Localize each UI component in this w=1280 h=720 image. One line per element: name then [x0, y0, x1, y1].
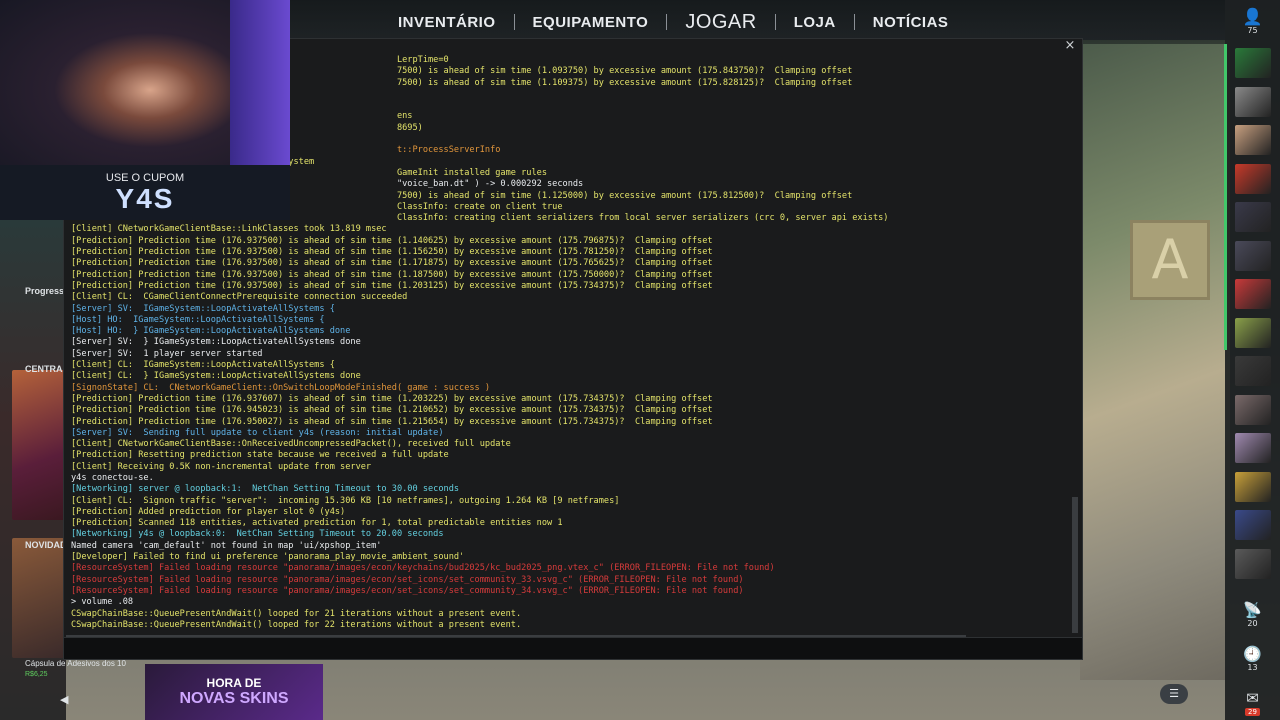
person-icon: 👤: [1242, 7, 1263, 26]
console-line: [Prediction] Prediction time (176.937500…: [71, 258, 713, 269]
console-line: [Prediction] Prediction time (176.950027…: [71, 416, 713, 427]
central-label: CENTRAL: [25, 364, 68, 374]
console-line: [Client] CNetworkGameClientBase::OnRecei…: [71, 439, 511, 450]
friend-avatar[interactable]: [1235, 86, 1271, 117]
console-line: [Client] CNetworkGameClientBase::LinkCla…: [71, 224, 387, 235]
console-input[interactable]: [64, 637, 1082, 659]
console-line: [Server] SV: } IGameSystem::LoopActivate…: [71, 337, 361, 348]
friend-avatar[interactable]: [1235, 202, 1271, 232]
console-line: [Prediction] Prediction time (176.937500…: [71, 269, 713, 280]
history-icon: 🕘: [1243, 645, 1262, 663]
console-line: CSwapChainBase::QueuePresentAndWait() lo…: [71, 608, 522, 619]
console-line: [Client] CL: Signon traffic "server": in…: [71, 495, 620, 506]
friend-avatar[interactable]: [1235, 510, 1271, 540]
promo-line-1: HORA DE: [206, 676, 262, 690]
webcam-overlay: [0, 0, 290, 165]
mail-count: 29: [1245, 708, 1260, 716]
webcam-background-light: [230, 0, 290, 165]
map-bombsite-sign: A: [1130, 220, 1210, 300]
central-card[interactable]: [12, 370, 66, 520]
console-scrollbar[interactable]: [1072, 497, 1078, 633]
friend-avatar[interactable]: [1235, 433, 1271, 463]
console-line: [Networking] server @ loopback:1: NetCha…: [71, 484, 460, 495]
coupon-label: USE O CUPOM: [105, 172, 185, 184]
console-line: [Prediction] Prediction time (176.945023…: [71, 405, 713, 416]
console-line: [Host] HO: IGameSystem::LoopActivateAllS…: [71, 314, 325, 325]
console-line: [SignonState] CL: CNetworkGameClient::On…: [71, 382, 491, 393]
coupon-banner: USE O CUPOM Y4S: [0, 165, 290, 220]
console-line: [Prediction] Scanned 118 entities, activ…: [71, 518, 563, 529]
console-line: [ResourceSystem] Failed loading resource…: [71, 563, 775, 574]
console-line: [Client] Receiving 0.5K non-incremental …: [71, 461, 372, 472]
online-indicator-bar: [1224, 44, 1227, 350]
broadcast-count: 20: [1247, 619, 1258, 628]
coupon-code: Y4S: [115, 183, 175, 214]
console-line: > volume .08: [71, 597, 134, 608]
friend-avatar[interactable]: [1235, 548, 1271, 579]
nav-jogar[interactable]: JOGAR: [667, 11, 774, 34]
promo-banner: HORA DE NOVAS SKINS: [145, 664, 323, 720]
console-line: [Host] HO: } IGameSystem::LoopActivateAl…: [71, 326, 351, 337]
console-line: y4s conectou-se.: [71, 472, 154, 483]
nav-inventario[interactable]: INVENTÁRIO: [380, 14, 514, 31]
game-scene: A Progress CENTRAL NOVIDADE Cápsula de A…: [0, 0, 1280, 720]
console-line: [Client] CL: } IGameSystem::LoopActivate…: [71, 371, 361, 382]
history-count: 13: [1247, 663, 1258, 672]
friend-avatar[interactable]: [1235, 356, 1271, 386]
map-background: [1080, 40, 1230, 680]
mail-button[interactable]: ✉ 29: [1225, 690, 1280, 716]
friend-avatar[interactable]: [1235, 317, 1271, 348]
history-button[interactable]: 🕘 13: [1225, 645, 1280, 673]
friend-avatar[interactable]: [1235, 471, 1271, 502]
broadcast-icon: 📡: [1243, 601, 1262, 619]
console-line: Named camera 'cam_default' not found in …: [71, 540, 382, 551]
prev-arrow-icon[interactable]: ◀: [60, 693, 68, 706]
nav-loja[interactable]: LOJA: [776, 14, 854, 31]
console-line: [Prediction] Prediction time (176.937500…: [71, 235, 713, 246]
console-line: [Prediction] Prediction time (176.937500…: [71, 280, 713, 291]
friends-count: 75: [1247, 26, 1258, 35]
console-line: [Prediction] Resetting prediction state …: [71, 450, 449, 461]
friend-avatar[interactable]: [1235, 394, 1271, 425]
friend-avatar[interactable]: [1235, 125, 1271, 155]
console-line: [Networking] y4s @ loopback:0: NetChan S…: [71, 529, 444, 540]
console-line: [Client] CL: IGameSystem::LoopActivateAl…: [71, 360, 335, 371]
console-line: [ResourceSystem] Failed loading resource…: [71, 574, 744, 585]
novidades-card[interactable]: [12, 538, 66, 658]
console-line: [Server] SV: Sending full update to clie…: [71, 427, 444, 438]
console-line: [Server] SV: IGameSystem::LoopActivateAl…: [71, 303, 335, 314]
promo-line-2: NOVAS SKINS: [179, 690, 289, 707]
friend-avatar[interactable]: [1235, 279, 1271, 309]
console-line: [Developer] Failed to find ui preference…: [71, 552, 465, 563]
console-line: [Server] SV: 1 player server started: [71, 348, 263, 359]
broadcast-button[interactable]: 📡 20: [1225, 601, 1280, 629]
friends-button[interactable]: 👤 75: [1225, 7, 1280, 36]
console-line: [Prediction] Prediction time (176.937607…: [71, 393, 713, 404]
console-line: [Prediction] Added prediction for player…: [71, 506, 346, 517]
close-icon[interactable]: ×: [1062, 38, 1078, 54]
mail-icon: ✉: [1246, 689, 1259, 707]
friend-avatar[interactable]: [1235, 240, 1271, 271]
nav-equipamento[interactable]: EQUIPAMENTO: [515, 14, 667, 31]
capsule-name[interactable]: Cápsula de Adesivos dos 10: [25, 659, 126, 668]
progress-label: Progress: [25, 286, 65, 296]
friend-avatar[interactable]: [1235, 48, 1271, 78]
console-line: [Client] CL: CGameClientConnectPrerequis…: [71, 292, 408, 303]
console-line: [Prediction] Prediction time (176.937500…: [71, 247, 713, 258]
friend-avatar[interactable]: [1235, 163, 1271, 194]
nav-noticias[interactable]: NOTÍCIAS: [855, 14, 967, 31]
console-line: CSwapChainBase::QueuePresentAndWait() lo…: [71, 619, 522, 630]
capsule-price: R$6,25: [25, 671, 48, 678]
console-line: [ResourceSystem] Failed loading resource…: [71, 585, 744, 596]
settings-toggle-icon[interactable]: ☰: [1160, 684, 1188, 704]
